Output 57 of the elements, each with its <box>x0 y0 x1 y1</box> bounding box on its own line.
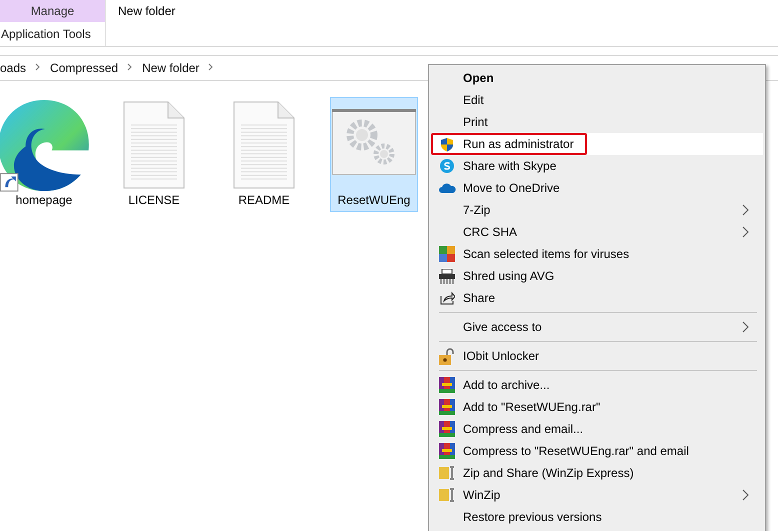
shredder-icon <box>439 268 455 284</box>
padlock-icon <box>439 348 455 364</box>
menu-item[interactable]: Add to archive... <box>431 374 763 396</box>
menu-item[interactable]: Give access to <box>431 316 763 338</box>
books-icon <box>439 377 455 393</box>
breadcrumb[interactable]: Compressed <box>50 61 118 75</box>
menu-item[interactable]: IObit Unlocker <box>431 345 763 367</box>
menu-item[interactable]: Edit <box>431 89 763 111</box>
shield-icon <box>440 136 454 152</box>
file-item[interactable]: homepage <box>0 97 88 212</box>
menu-item[interactable]: Restore previous versions <box>431 506 763 528</box>
menu-item[interactable]: Share with Skype <box>431 155 763 177</box>
menu-item[interactable]: Print <box>431 111 763 133</box>
chevron-icon <box>742 204 749 216</box>
file-item[interactable]: ResetWUEng <box>330 97 418 212</box>
file-name: LICENSE <box>128 193 180 207</box>
menu-item[interactable]: CRC SHA <box>431 221 763 243</box>
menu-item[interactable]: Scan selected items for viruses <box>431 243 763 265</box>
ribbon-group-label: Application Tools <box>0 26 92 42</box>
menu-item[interactable]: Share <box>431 287 763 309</box>
chevron-icon[interactable] <box>127 63 134 71</box>
cloud-icon <box>438 183 456 193</box>
menu-item[interactable]: Open <box>431 67 763 89</box>
menu-item[interactable]: Compress and email... <box>431 418 763 440</box>
chevron-icon <box>742 226 749 238</box>
menu-item[interactable]: WinZip <box>431 484 763 506</box>
grid-icon <box>439 246 455 262</box>
breadcrumb[interactable]: oads <box>0 61 26 75</box>
chevron-icon[interactable] <box>35 63 42 71</box>
books-icon <box>439 421 455 437</box>
folder-vise-icon <box>439 465 455 481</box>
document-icon <box>233 101 295 189</box>
document-icon <box>123 101 185 189</box>
menu-item[interactable]: Zip and Share (WinZip Express) <box>431 462 763 484</box>
share-icon <box>440 291 454 305</box>
file-name: homepage <box>16 193 72 207</box>
file-name: README <box>238 193 290 207</box>
books-icon <box>439 399 455 415</box>
breadcrumb[interactable]: New folder <box>142 61 200 75</box>
skype-icon <box>440 159 454 173</box>
menu-item[interactable]: Move to OneDrive <box>431 177 763 199</box>
menu-item[interactable]: Add to "ResetWUEng.rar" <box>431 396 763 418</box>
folder-vise-icon <box>439 487 455 503</box>
file-item[interactable]: README <box>220 97 308 212</box>
window-title: New folder <box>117 3 176 20</box>
menu-item[interactable]: Run as administrator <box>431 133 763 155</box>
menu-item[interactable]: 7-Zip <box>431 199 763 221</box>
file-item[interactable]: LICENSE <box>110 97 198 212</box>
menu-item[interactable]: Shred using AVG <box>431 265 763 287</box>
chevron-icon <box>742 489 749 501</box>
chevron-icon <box>742 321 749 333</box>
chevron-icon[interactable] <box>208 63 214 71</box>
file-name: ResetWUEng <box>338 193 410 207</box>
menu-item[interactable]: Compress to "ResetWUEng.rar" and email <box>431 440 763 462</box>
books-icon <box>439 443 455 459</box>
gears-icon <box>332 109 416 175</box>
ribbon-tab[interactable]: Manage <box>0 0 105 22</box>
